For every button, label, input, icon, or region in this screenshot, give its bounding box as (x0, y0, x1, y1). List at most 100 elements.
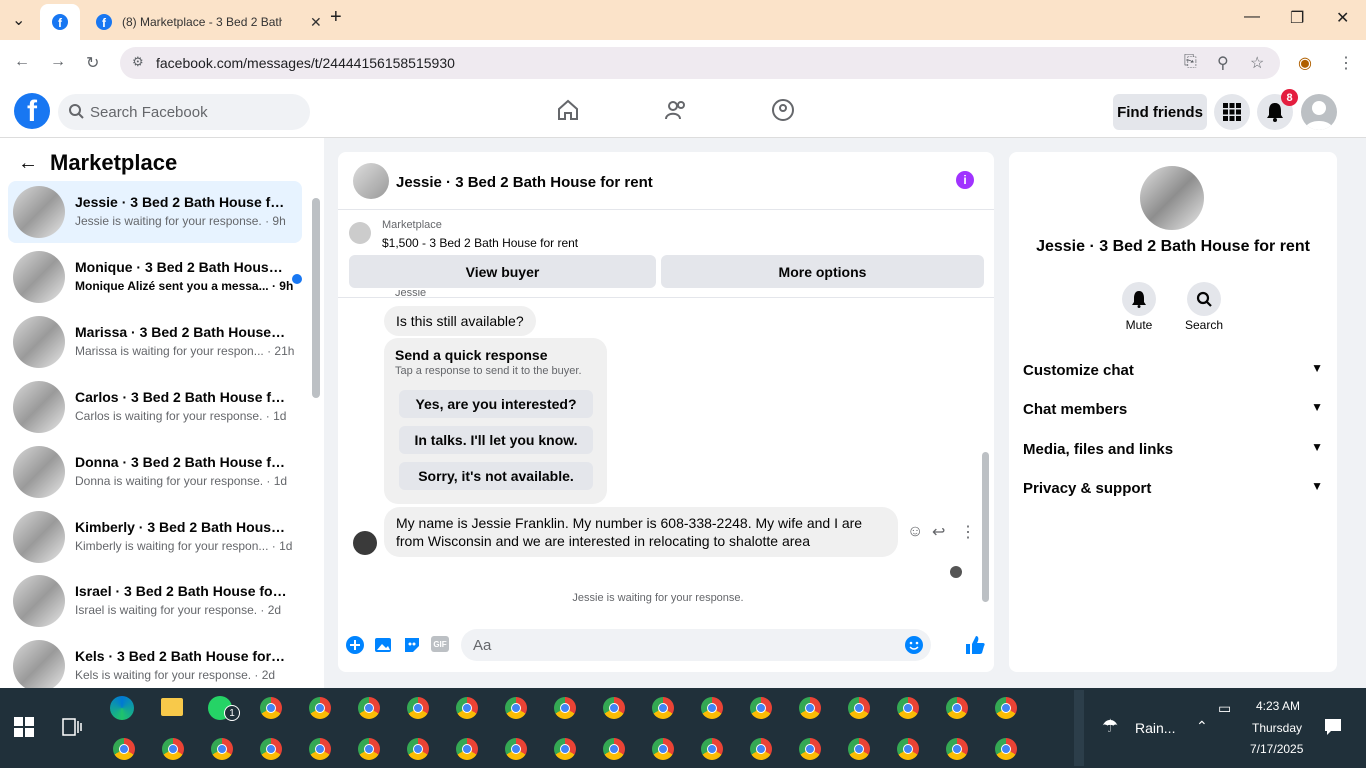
chrome-icon[interactable] (799, 738, 821, 760)
message-input[interactable]: Aa (461, 629, 931, 661)
chrome-icon[interactable] (897, 697, 919, 719)
forward-icon[interactable]: → (50, 53, 66, 71)
conversation-item[interactable]: Israel · 3 Bed 2 Bath House for rent Isra… (8, 570, 302, 632)
chrome-icon[interactable] (309, 697, 331, 719)
tab-marketplace[interactable]: f (8) Marketplace - 3 Bed 2 Bath House f… (86, 4, 322, 40)
chrome-icon[interactable] (995, 738, 1017, 760)
view-buyer-button[interactable]: View buyer (349, 255, 656, 288)
message-bubble[interactable]: My name is Jessie Franklin. My number is… (384, 507, 898, 557)
mute-button[interactable] (1122, 282, 1156, 316)
chrome-icon[interactable] (260, 738, 282, 760)
task-view-icon[interactable] (62, 718, 82, 736)
edge-icon[interactable] (110, 696, 134, 720)
chat-scrollbar[interactable] (982, 452, 989, 602)
chrome-icon[interactable] (701, 738, 723, 760)
back-arrow-icon[interactable]: ← (18, 152, 38, 175)
chrome-icon[interactable] (750, 738, 772, 760)
conversation-item[interactable]: Jessie · 3 Bed 2 Bath House for rent Jess… (8, 181, 302, 243)
profile-icon[interactable]: ◉ (1298, 53, 1312, 73)
close-window-icon[interactable]: ✕ (1336, 8, 1349, 28)
install-app-icon[interactable]: ⎘ (1184, 53, 1197, 71)
listing-price-title[interactable]: $1,500 - 3 Bed 2 Bath House for rent (382, 236, 578, 250)
media-files-links-row[interactable]: Media, files and links ▼ (1023, 440, 1323, 458)
chrome-icon[interactable] (995, 697, 1017, 719)
clock-day[interactable]: Thursday (1252, 721, 1302, 735)
clock-date[interactable]: 7/17/2025 (1250, 742, 1303, 756)
chrome-icon[interactable] (652, 697, 674, 719)
thumbs-up-icon[interactable] (964, 634, 986, 656)
chrome-icon[interactable] (946, 738, 968, 760)
taskbar-scrollbar[interactable] (1074, 690, 1084, 766)
chrome-icon[interactable] (554, 738, 576, 760)
chrome-icon[interactable] (505, 738, 527, 760)
chrome-icon[interactable] (652, 738, 674, 760)
chrome-icon[interactable] (799, 697, 821, 719)
avatar[interactable] (353, 163, 389, 199)
more-actions-icon[interactable]: ⋮ (960, 522, 976, 542)
chrome-icon[interactable] (456, 697, 478, 719)
chrome-icon[interactable] (946, 697, 968, 719)
new-tab-icon[interactable]: + (330, 6, 342, 29)
minimize-icon[interactable]: — (1244, 8, 1260, 26)
chrome-icon[interactable] (603, 697, 625, 719)
chrome-icon[interactable] (358, 697, 380, 719)
chrome-icon[interactable] (113, 738, 135, 760)
conversation-item[interactable]: Monique · 3 Bed 2 Bath House for rent Mon… (8, 246, 302, 308)
chrome-icon[interactable] (358, 738, 380, 760)
home-icon[interactable] (556, 98, 580, 122)
weather-label[interactable]: Rain... (1135, 720, 1175, 736)
chrome-icon[interactable] (407, 697, 429, 719)
customize-chat-row[interactable]: Customize chat ▼ (1023, 361, 1323, 379)
search-chat-button[interactable] (1187, 282, 1221, 316)
quick-response-button[interactable]: In talks. I'll let you know. (399, 426, 593, 454)
back-icon[interactable]: ← (14, 53, 30, 71)
photo-icon[interactable] (374, 636, 392, 654)
facebook-logo-icon[interactable]: f (14, 93, 50, 129)
menu-grid-button[interactable] (1214, 94, 1250, 130)
reply-icon[interactable]: ↩ (932, 522, 945, 542)
info-icon[interactable]: i (956, 171, 974, 189)
site-info-icon[interactable]: ⚙ (132, 54, 144, 70)
avatar[interactable] (1140, 166, 1204, 230)
sender-avatar[interactable] (353, 531, 377, 555)
gif-icon[interactable]: GIF (431, 636, 449, 652)
emoji-icon[interactable] (905, 636, 923, 654)
tab-facebook[interactable]: f (40, 4, 80, 40)
chrome-icon[interactable] (505, 697, 527, 719)
tab-search-chevron-icon[interactable]: ⌄ (12, 10, 25, 30)
network-icon[interactable]: ▭ (1218, 700, 1231, 717)
sticker-icon[interactable] (403, 636, 421, 654)
chrome-icon[interactable] (848, 738, 870, 760)
conversation-item[interactable]: Kimberly · 3 Bed 2 Bath House for rent Ki… (8, 506, 302, 568)
find-friends-button[interactable]: Find friends (1113, 94, 1207, 130)
tray-chevron-up-icon[interactable]: ⌃ (1196, 718, 1208, 735)
chrome-icon[interactable] (750, 697, 772, 719)
conversation-item[interactable]: Donna · 3 Bed 2 Bath House for rent Donna… (8, 441, 302, 503)
chat-title[interactable]: Jessie · 3 Bed 2 Bath House for rent (396, 174, 653, 191)
chat-members-row[interactable]: Chat members ▼ (1023, 400, 1323, 418)
chrome-icon[interactable] (603, 738, 625, 760)
groups-icon[interactable] (771, 98, 795, 122)
inbox-scrollbar[interactable] (312, 198, 320, 398)
close-tab-icon[interactable]: ✕ (310, 14, 322, 31)
restore-icon[interactable]: ❐ (1290, 8, 1304, 28)
search-facebook-input[interactable]: Search Facebook (58, 94, 310, 130)
quick-response-button[interactable]: Yes, are you interested? (399, 390, 593, 418)
chrome-icon[interactable] (897, 738, 919, 760)
notification-center-icon[interactable] (1324, 718, 1342, 736)
quick-response-button[interactable]: Sorry, it's not available. (399, 462, 593, 490)
more-options-button[interactable]: More options (661, 255, 984, 288)
windows-start-icon[interactable] (14, 717, 34, 737)
url-bar[interactable]: ⚙ facebook.com/messages/t/24444156158515… (120, 47, 1280, 79)
message-bubble[interactable]: Is this still available? (384, 306, 536, 336)
chrome-icon[interactable] (309, 738, 331, 760)
reload-icon[interactable]: ↻ (86, 53, 99, 73)
bookmark-star-icon[interactable]: ☆ (1250, 53, 1264, 73)
account-avatar[interactable] (1301, 94, 1337, 130)
chrome-icon[interactable] (701, 697, 723, 719)
weather-umbrella-icon[interactable]: ☂ (1102, 716, 1118, 737)
zoom-icon[interactable]: ⚲ (1217, 53, 1229, 73)
plus-circle-icon[interactable] (346, 636, 364, 654)
chrome-icon[interactable] (407, 738, 429, 760)
menu-kebab-icon[interactable]: ⋮ (1338, 53, 1354, 73)
